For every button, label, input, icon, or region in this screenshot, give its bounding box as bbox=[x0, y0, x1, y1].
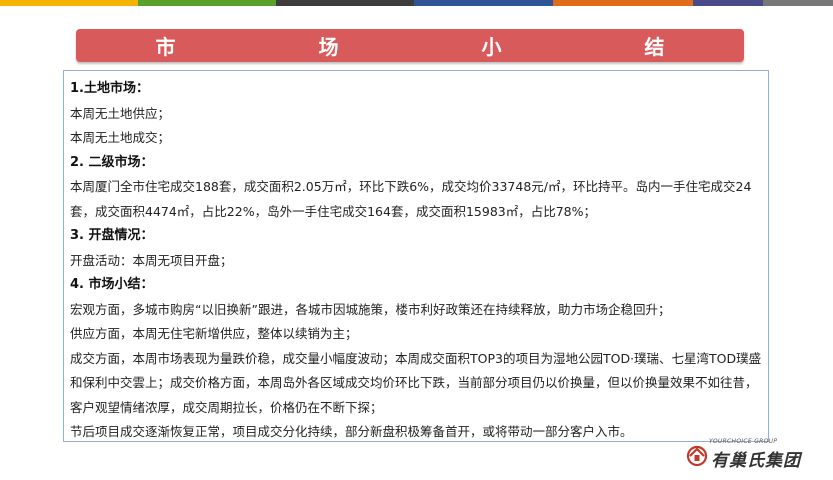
stripe-segment bbox=[763, 0, 833, 6]
land-transaction-text: 本周无土地成交； bbox=[70, 130, 171, 145]
section-heading-market-summary: 4. 市场小结： bbox=[70, 277, 154, 292]
transaction-paragraph: 成交方面，本周市场表现为量跌价稳，成交量小幅度波动；本周成交面积TOP3的项目为… bbox=[70, 350, 762, 415]
supply-paragraph: 供应方面，本周无住宅新增供应，整体以续销为主； bbox=[70, 326, 358, 341]
summary-content-box: 1.土地市场： 本周无土地供应； 本周无土地成交； 2. 二级市场： 本周厦门全… bbox=[63, 70, 769, 442]
stripe-segment bbox=[0, 0, 138, 6]
section-heading-opening: 3. 开盘情况： bbox=[70, 228, 154, 243]
section-heading-secondary-market: 2. 二级市场： bbox=[70, 154, 154, 170]
logo-chinese-text: 有巢氏集团 bbox=[711, 451, 801, 471]
section-heading-land-market: 1.土地市场： bbox=[70, 81, 149, 96]
title-banner: 市 场 小 结 bbox=[76, 29, 744, 62]
stripe-segment bbox=[138, 0, 276, 6]
stripe-segment bbox=[414, 0, 553, 6]
outlook-paragraph: 节后项目成交逐渐恢复正常，项目成交分化持续，部分新盘积极筹备首开，或将带动一部分… bbox=[70, 424, 633, 439]
stripe-segment bbox=[276, 0, 414, 6]
opening-activity-text: 开盘活动：本周无项目开盘； bbox=[70, 252, 233, 268]
house-logo-icon bbox=[686, 445, 708, 466]
company-logo: YOURCHOICE GROUP 有巢氏集团 bbox=[685, 438, 805, 471]
page-title: 市 场 小 结 bbox=[155, 35, 733, 59]
stripe-segment bbox=[553, 0, 693, 6]
logo-english-text: YOURCHOICE GROUP bbox=[709, 438, 778, 445]
top-color-stripe bbox=[0, 0, 833, 6]
land-supply-text: 本周无土地供应； bbox=[70, 105, 171, 121]
stripe-segment bbox=[693, 0, 763, 6]
macro-paragraph: 宏观方面，多城市购房“以旧换新”跟进，各城市因城施策，楼市利好政策还在持续释放，… bbox=[70, 301, 671, 317]
secondary-market-paragraph: 本周厦门全市住宅成交188套，成交面积2.05万㎡，环比下跌6%，成交均价337… bbox=[70, 179, 752, 219]
